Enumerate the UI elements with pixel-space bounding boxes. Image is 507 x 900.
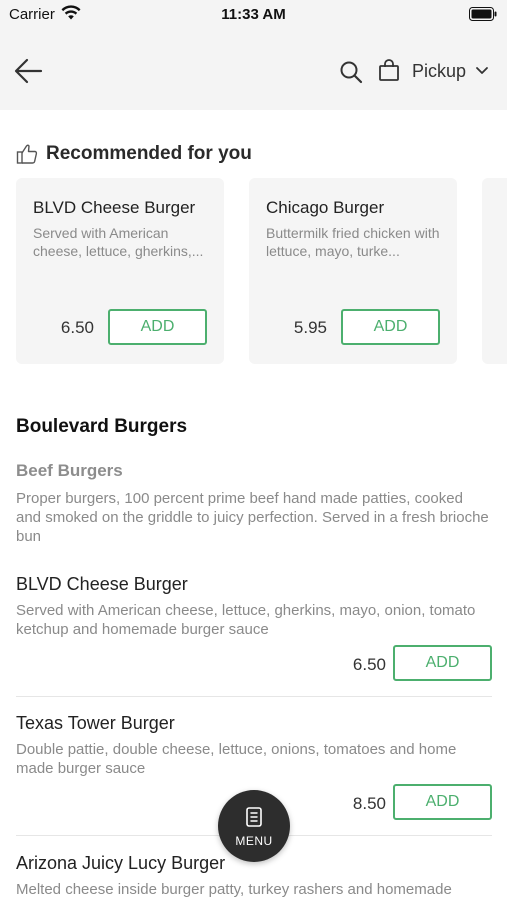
section-title: Boulevard Burgers — [16, 416, 188, 437]
nav-bar: Pickup — [0, 32, 507, 110]
recommended-title: Recommended for you — [46, 143, 252, 164]
add-button[interactable]: ADD — [341, 309, 440, 345]
menu-item-price: 6.50 — [352, 655, 386, 674]
recommended-header: Recommended for you — [16, 141, 316, 167]
add-button[interactable]: ADD — [393, 784, 492, 820]
add-button[interactable]: ADD — [393, 645, 492, 681]
recommended-card[interactable]: Chicago Burger Buttermilk fried chicken … — [249, 178, 457, 364]
recommended-card-partial[interactable] — [482, 178, 507, 364]
menu-item-description: Served with American cheese, lettuce, gh… — [16, 602, 476, 638]
subsection-description: Proper burgers, 100 percent prime beef h… — [16, 490, 489, 545]
pickup-selector[interactable]: Pickup — [378, 56, 498, 86]
chevron-down-icon — [476, 67, 488, 74]
subsection-title: Beef Burgers — [16, 461, 123, 480]
menu-fab-button[interactable]: MENU — [218, 790, 290, 862]
menu-item-name: BLVD Cheese Burger — [16, 574, 188, 594]
status-bar: Carrier 11:33 AM — [0, 0, 507, 32]
recommended-item-price: 5.95 — [293, 318, 327, 337]
add-button[interactable]: ADD — [108, 309, 207, 345]
battery-icon — [469, 7, 497, 21]
menu-item[interactable]: BLVD Cheese Burger Served with American … — [16, 574, 492, 694]
thumbs-up-icon — [16, 144, 38, 164]
recommended-card[interactable]: BLVD Cheese Burger Served with American … — [16, 178, 224, 364]
recommended-item-description: Served with American cheese, lettuce, gh… — [33, 225, 204, 259]
menu-item-price: 8.50 — [352, 794, 386, 813]
clock: 11:33 AM — [221, 6, 286, 23]
pickup-label: Pickup — [412, 61, 467, 81]
recommended-item-price: 6.50 — [60, 318, 94, 337]
recommended-item-name: Chicago Burger — [266, 198, 385, 217]
recommended-item-name: BLVD Cheese Burger — [33, 198, 196, 217]
menu-card-icon — [246, 807, 262, 827]
divider — [16, 696, 492, 697]
menu-item-name: Texas Tower Burger — [16, 713, 175, 733]
search-icon[interactable] — [338, 59, 364, 85]
shopping-bag-icon — [379, 59, 399, 81]
menu-item-description: Double pattie, double cheese, lettuce, o… — [16, 741, 457, 777]
back-arrow-icon[interactable] — [12, 57, 44, 85]
menu-item-name: Arizona Juicy Lucy Burger — [16, 853, 226, 873]
recommended-item-description: Buttermilk fried chicken with lettuce, m… — [266, 225, 440, 259]
menu-fab-label: MENU — [235, 834, 273, 848]
menu-item-description: Melted cheese inside burger patty, turke… — [16, 881, 452, 898]
